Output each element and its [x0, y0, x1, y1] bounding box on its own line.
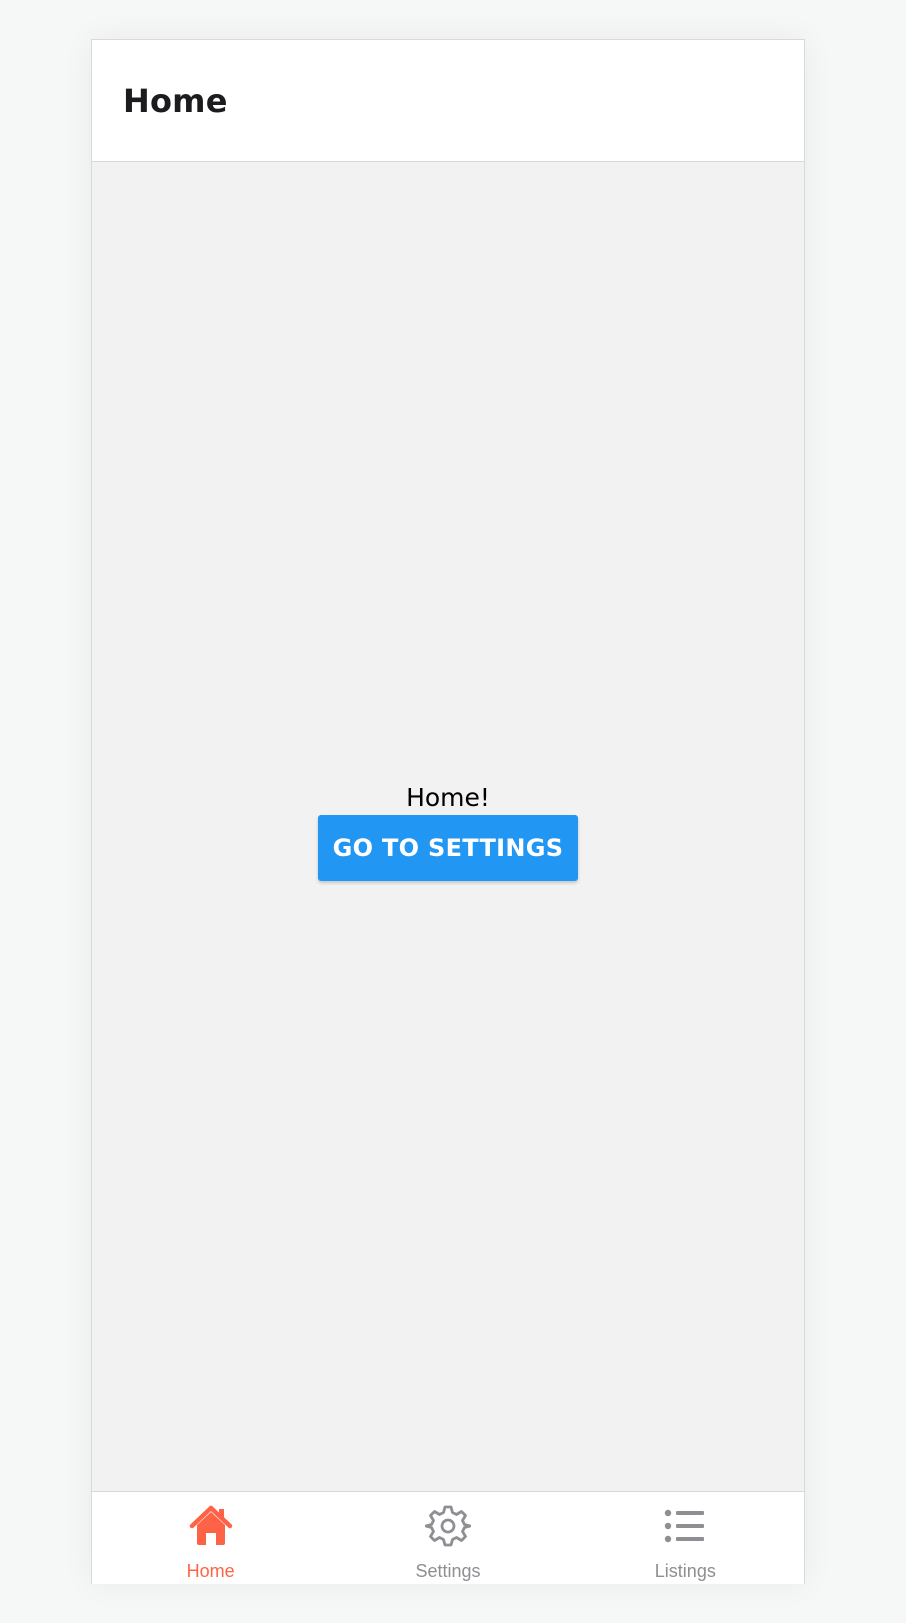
tab-home-label: Home: [186, 1561, 235, 1581]
tab-settings-label: Settings: [415, 1561, 481, 1581]
home-icon: [189, 1505, 232, 1545]
list-icon: [665, 1509, 705, 1543]
app-window: Home Home! GO TO SETTINGS Home Settings: [91, 39, 805, 1584]
tab-home[interactable]: Home: [92, 1492, 329, 1584]
tab-settings[interactable]: Settings: [329, 1492, 566, 1584]
tab-listings[interactable]: Listings: [567, 1492, 804, 1584]
page-title: Home: [123, 82, 228, 120]
go-to-settings-button[interactable]: GO TO SETTINGS: [317, 814, 579, 881]
gear-icon: [424, 1505, 471, 1547]
home-screen-content: Home! GO TO SETTINGS: [92, 162, 804, 1491]
home-message: Home!: [406, 782, 490, 812]
tab-listings-label: Listings: [654, 1561, 716, 1581]
navigation-header: Home: [92, 40, 804, 162]
bottom-tab-bar: Home Settings Listings: [92, 1491, 804, 1584]
